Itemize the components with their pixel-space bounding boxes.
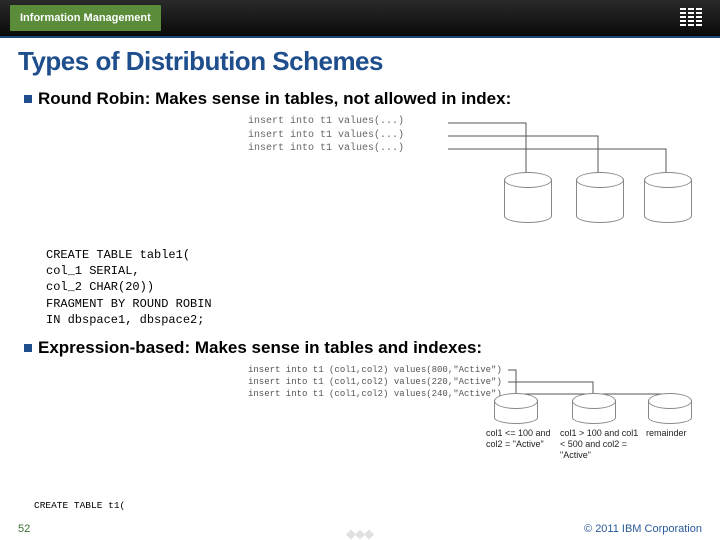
dbspace-cylinder-icon [576, 179, 624, 223]
diagram-round-robin: insert into t1 values(...) insert into t… [18, 115, 702, 245]
dbspace-cylinder-icon [504, 179, 552, 223]
diagram-expression: insert into t1 (col1,col2) values(800,"A… [18, 364, 702, 459]
code-line: CREATE TABLE t1( [34, 497, 702, 515]
ibm-logo [680, 8, 702, 26]
page-number: 52 [18, 523, 30, 535]
cylinder-label-2: col1 > 100 and col1 < 500 and col2 = "Ac… [560, 428, 642, 460]
bullet-round-robin: Round Robin: Makes sense in tables, not … [24, 89, 702, 109]
footer-decor-icon [348, 531, 373, 538]
insert-statements-2: insert into t1 (col1,col2) values(800,"A… [248, 364, 502, 400]
bullet-text: Expression-based: Makes sense in tables … [38, 338, 482, 358]
bullet-text: Round Robin: Makes sense in tables, not … [38, 89, 511, 109]
dbspace-cylinder-icon [648, 400, 692, 424]
bullet-square-icon [24, 95, 32, 103]
cylinder-label-1: col1 <= 100 and col2 = "Active" [486, 428, 556, 450]
slide-body: Types of Distribution Schemes Round Robi… [0, 38, 720, 526]
brand-label: Information Management [10, 5, 161, 31]
page-title: Types of Distribution Schemes [18, 46, 702, 77]
copyright: © 2011 IBM Corporation [584, 523, 702, 535]
dbspace-cylinder-icon [494, 400, 538, 424]
code-round-robin: CREATE TABLE table1( col_1 SERIAL, col_2… [46, 247, 702, 328]
header-bar: Information Management [0, 0, 720, 38]
bullet-expression: Expression-based: Makes sense in tables … [24, 338, 702, 358]
bullet-square-icon [24, 344, 32, 352]
dbspace-cylinder-icon [644, 179, 692, 223]
dbspace-cylinder-icon [572, 400, 616, 424]
insert-statements-1: insert into t1 values(...) insert into t… [248, 115, 404, 156]
cylinder-label-3: remainder [646, 428, 702, 439]
